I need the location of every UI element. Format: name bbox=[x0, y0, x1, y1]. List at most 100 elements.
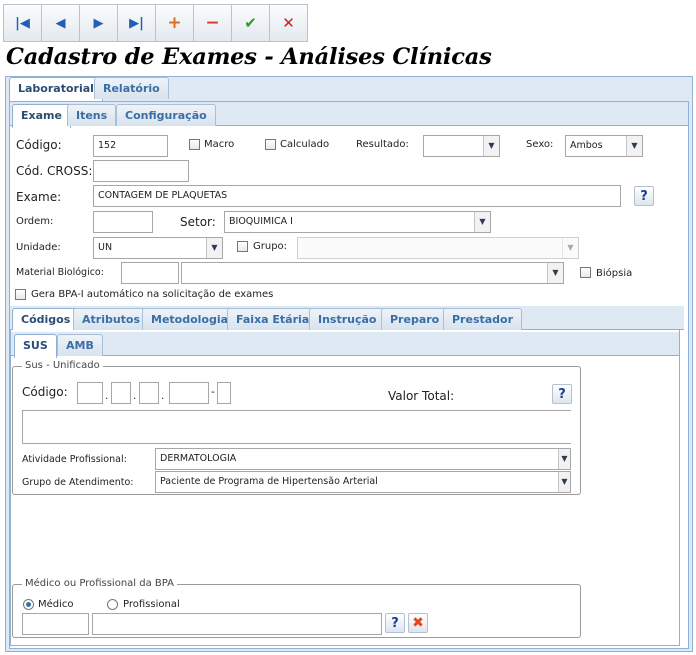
sus-code-digit[interactable] bbox=[217, 382, 231, 404]
bpa-code-input[interactable] bbox=[22, 613, 89, 635]
chevron-down-icon: ▼ bbox=[474, 212, 490, 232]
ordem-input[interactable] bbox=[93, 211, 153, 233]
profissional-radio[interactable] bbox=[107, 599, 118, 610]
sus-code-part4[interactable] bbox=[169, 382, 209, 404]
tab-laboratorial[interactable]: Laboratorial bbox=[9, 77, 103, 101]
macro-label: Macro bbox=[204, 139, 235, 150]
atividade-select[interactable]: DERMATOLOGIA ▼ bbox=[155, 448, 571, 470]
code-tabstrip: SUS AMB bbox=[11, 332, 679, 358]
biopsia-label: Biópsia bbox=[596, 268, 633, 279]
previous-record-button[interactable]: ◀ bbox=[41, 4, 80, 42]
bpa-name-input[interactable] bbox=[92, 613, 382, 635]
sexo-select[interactable]: Ambos ▼ bbox=[565, 135, 643, 157]
sus-help-button[interactable]: ? bbox=[552, 384, 572, 404]
grupo-atendimento-label: Grupo de Atendimento: bbox=[22, 477, 134, 488]
plus-icon: + bbox=[167, 13, 182, 33]
calculado-label: Calculado bbox=[280, 139, 330, 150]
sus-description-box[interactable] bbox=[22, 410, 571, 444]
sus-group-title: Sus - Unificado bbox=[22, 360, 103, 371]
next-record-button[interactable]: ▶ bbox=[79, 4, 118, 42]
medico-label: Médico bbox=[38, 599, 74, 610]
record-toolbar: |◀ ◀ ▶ ▶| + − ✔ ✕ bbox=[3, 4, 308, 44]
tab-preparo[interactable]: Preparo bbox=[381, 308, 449, 330]
cod-cross-label: Cód. CROSS: bbox=[16, 164, 93, 178]
profissional-label: Profissional bbox=[123, 599, 180, 610]
setor-select[interactable]: BIOQUIMICA I ▼ bbox=[224, 211, 491, 233]
resultado-select[interactable]: ▼ bbox=[423, 135, 500, 157]
tab-instrucao[interactable]: Instrução bbox=[309, 308, 386, 330]
check-icon: ✔ bbox=[244, 14, 257, 32]
calculado-checkbox[interactable] bbox=[265, 139, 276, 150]
exame-help-button[interactable]: ? bbox=[634, 186, 654, 206]
tab-amb[interactable]: AMB bbox=[57, 334, 103, 356]
sus-code-part3[interactable] bbox=[139, 382, 159, 404]
grupo-atendimento-select[interactable]: Paciente de Programa de Hipertensão Arte… bbox=[155, 471, 571, 493]
exame-input[interactable]: CONTAGEM DE PLAQUETAS bbox=[93, 185, 621, 207]
bpa-clear-button[interactable]: ✖ bbox=[408, 613, 428, 633]
grupo-select[interactable]: ▼ bbox=[297, 237, 579, 259]
chevron-down-icon: ▼ bbox=[562, 238, 578, 258]
confirm-button[interactable]: ✔ bbox=[231, 4, 270, 42]
tab-codigos[interactable]: Códigos bbox=[12, 308, 80, 332]
last-record-button[interactable]: ▶| bbox=[117, 4, 156, 42]
tab-atributos[interactable]: Atributos bbox=[73, 308, 150, 330]
grupo-label: Grupo: bbox=[253, 241, 288, 252]
cod-cross-input[interactable] bbox=[93, 160, 189, 182]
sub-tabstrip: Exame Itens Configuração bbox=[10, 102, 688, 128]
medico-radio[interactable] bbox=[23, 599, 34, 610]
unidade-label: Unidade: bbox=[16, 242, 61, 253]
grupo-checkbox[interactable] bbox=[237, 241, 248, 252]
sexo-label: Sexo: bbox=[526, 139, 554, 150]
bpa-search-button[interactable]: ? bbox=[385, 613, 405, 633]
next-icon: ▶ bbox=[93, 15, 104, 31]
sus-code-part2[interactable] bbox=[111, 382, 131, 404]
sus-codigo-label: Código: bbox=[22, 385, 68, 399]
top-tabstrip: Laboratorial Relatório bbox=[6, 77, 692, 101]
previous-icon: ◀ bbox=[55, 15, 66, 31]
last-icon: ▶| bbox=[129, 15, 144, 31]
biopsia-checkbox[interactable] bbox=[580, 267, 591, 278]
valor-total-label: Valor Total: bbox=[388, 389, 455, 403]
chevron-down-icon: ▼ bbox=[547, 263, 563, 283]
sus-code-part1[interactable] bbox=[77, 382, 103, 404]
sus-code-dot: . bbox=[133, 390, 137, 402]
setor-label: Setor: bbox=[180, 215, 216, 229]
bpa-label: Gera BPA-I automático na solicitação de … bbox=[31, 289, 274, 300]
material-select[interactable]: ▼ bbox=[181, 262, 564, 284]
tab-itens[interactable]: Itens bbox=[67, 104, 117, 126]
tab-sus[interactable]: SUS bbox=[14, 334, 57, 358]
atividade-label: Atividade Profissional: bbox=[22, 454, 127, 465]
tab-prestador[interactable]: Prestador bbox=[443, 308, 523, 330]
ordem-label: Ordem: bbox=[16, 216, 54, 227]
add-record-button[interactable]: + bbox=[155, 4, 194, 42]
sus-code-dot: . bbox=[161, 390, 165, 402]
material-label: Material Biológico: bbox=[16, 267, 104, 278]
exame-label: Exame: bbox=[16, 190, 62, 204]
tab-faixa-etaria[interactable]: Faixa Etária bbox=[227, 308, 319, 330]
help-icon: ? bbox=[640, 188, 648, 204]
tab-metodologia[interactable]: Metodologia bbox=[142, 308, 238, 330]
first-record-button[interactable]: |◀ bbox=[3, 4, 42, 42]
detail-tabstrip: Códigos Atributos Metodologia Faixa Etár… bbox=[10, 306, 684, 332]
chevron-down-icon: ▼ bbox=[483, 136, 499, 156]
help-icon: ? bbox=[391, 615, 399, 631]
cancel-button[interactable]: ✕ bbox=[269, 4, 308, 42]
resultado-label: Resultado: bbox=[356, 139, 409, 150]
codigo-label: Código: bbox=[16, 138, 62, 152]
delete-record-button[interactable]: − bbox=[193, 4, 232, 42]
page-title: Cadastro de Exames - Análises Clínicas bbox=[6, 44, 492, 70]
material-code-input[interactable] bbox=[121, 262, 179, 284]
tab-configuracao[interactable]: Configuração bbox=[116, 104, 216, 126]
bpa-checkbox[interactable] bbox=[15, 289, 26, 300]
first-icon: |◀ bbox=[15, 15, 30, 31]
chevron-down-icon: ▼ bbox=[206, 238, 222, 258]
cancel-icon: ✕ bbox=[282, 14, 295, 32]
tab-relatorio[interactable]: Relatório bbox=[94, 77, 169, 99]
bpa-group-title: Médico ou Profissional da BPA bbox=[22, 578, 177, 589]
codigo-input[interactable]: 152 bbox=[93, 135, 168, 157]
chevron-down-icon: ▼ bbox=[558, 449, 570, 469]
tab-exame[interactable]: Exame bbox=[12, 104, 71, 128]
unidade-select[interactable]: UN ▼ bbox=[93, 237, 223, 259]
macro-checkbox[interactable] bbox=[189, 139, 200, 150]
clear-icon: ✖ bbox=[412, 615, 424, 631]
